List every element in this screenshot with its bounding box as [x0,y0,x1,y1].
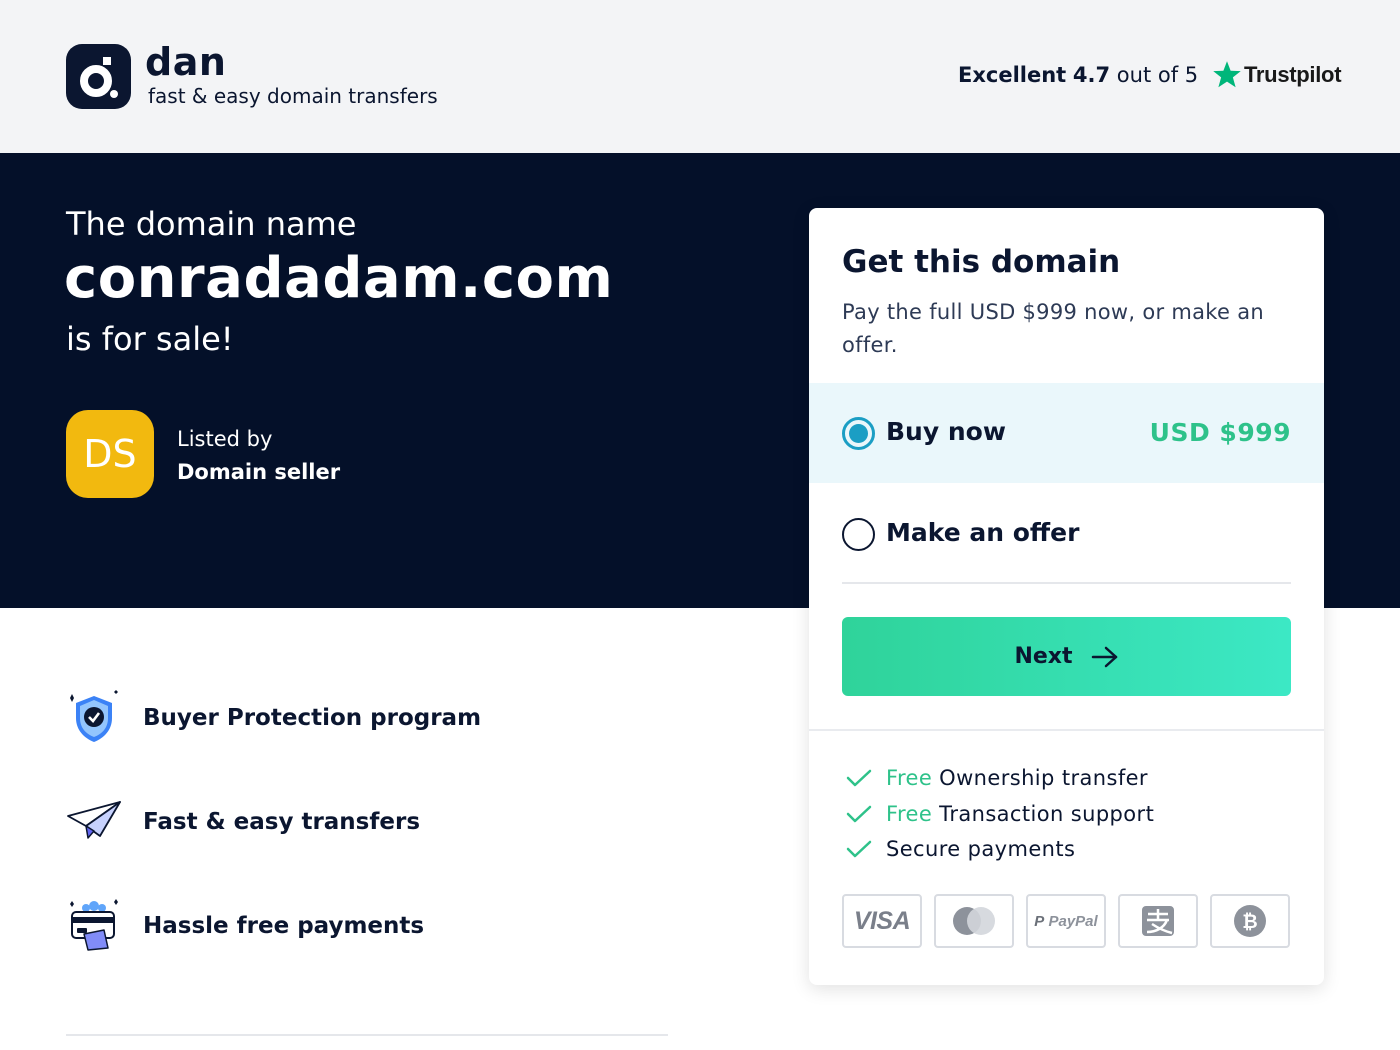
make-offer-radio[interactable] [842,518,875,551]
perk-ownership-transfer: Free Ownership transfer [846,766,1148,790]
feature-hassle-free-payments: Hassle free payments [66,898,424,954]
site-header: dan fast & easy domain transfers Excelle… [0,0,1400,153]
purchase-card: Get this domain Pay the full USD $999 no… [809,208,1324,985]
hero-intro: The domain name [66,205,357,243]
card-title: Get this domain [842,244,1121,280]
check-icon [846,805,872,823]
option-make-offer[interactable]: Make an offer [809,484,1324,584]
paypal-icon: P PayPal [1026,894,1106,948]
rating-suffix: out of 5 [1116,63,1199,87]
svg-text:₿: ₿ [1242,911,1257,933]
options-divider [842,582,1291,584]
perk-free-tag: Free [886,766,933,790]
arrow-right-icon [1091,646,1117,667]
option-label: Buy now [886,417,1006,446]
trustpilot-star-icon [1213,61,1241,88]
hero-for-sale: is for sale! [66,320,234,358]
feature-label: Fast & easy transfers [143,809,421,835]
brand-name[interactable]: dan [145,40,226,84]
perk-transaction-support: Free Transaction support [846,802,1154,826]
perk-text: Secure payments [886,837,1076,861]
shield-check-icon [70,690,118,742]
rating-label: Excellent [958,63,1067,87]
seller-name: Domain seller [177,460,341,484]
card-subtitle: Pay the full USD $999 now, or make an of… [842,300,1264,357]
rating-summary: Excellent 4.7 out of 5 [958,63,1198,87]
feature-fast-transfers: Fast & easy transfers [66,794,420,850]
rating-value: 4.7 [1072,63,1111,87]
alipay-icon [1118,894,1198,948]
next-button-label: Next [1014,644,1073,669]
check-icon [846,840,872,858]
card-divider [809,729,1324,731]
buy-now-price: USD $999 [1149,418,1291,447]
domain-name-heading: conradadam.com [64,246,614,311]
paper-plane-icon [67,801,121,839]
buy-now-radio[interactable] [842,417,875,450]
brand-tagline: fast & easy domain transfers [148,84,438,108]
option-label: Make an offer [886,518,1080,547]
brand-logo-icon[interactable] [66,44,131,109]
perk-text: Ownership transfer [939,766,1148,790]
bitcoin-icon: ₿ [1210,894,1290,948]
paypal-label: PayPal [1048,912,1098,930]
visa-label: VISA [853,906,911,935]
perk-secure-payments: Secure payments [846,837,1075,861]
trustpilot-label: Trustpilot [1244,62,1342,87]
listed-by-label: Listed by [177,427,273,451]
card-payment-icon [70,899,118,951]
visa-icon: VISA [842,894,922,948]
option-buy-now[interactable]: Buy now USD $999 [809,383,1324,483]
trustpilot-badge[interactable]: Trustpilot [1212,60,1342,90]
perk-text: Transaction support [939,802,1155,826]
feature-label: Buyer Protection program [143,705,482,731]
feature-buyer-protection: Buyer Protection program [66,690,481,746]
section-divider [66,1034,668,1036]
mastercard-icon [934,894,1014,948]
check-icon [846,769,872,787]
next-button[interactable]: Next [842,617,1291,696]
perk-free-tag: Free [886,802,933,826]
feature-label: Hassle free payments [143,913,425,939]
seller-avatar: DS [66,410,154,498]
